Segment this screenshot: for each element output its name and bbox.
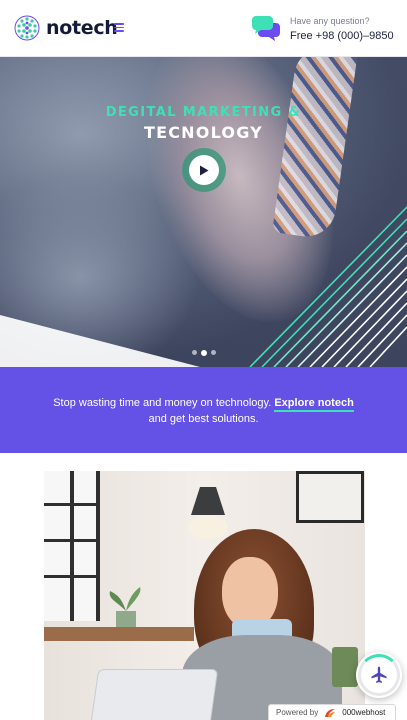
play-button-inner xyxy=(189,155,219,185)
cta-text-before: Stop wasting time and money on technolog… xyxy=(53,397,272,409)
powered-label: Powered by xyxy=(276,708,319,717)
powered-by-badge[interactable]: Powered by 000webhost xyxy=(268,704,396,720)
woman-at-laptop-photo xyxy=(44,471,365,720)
000webhost-logo-icon xyxy=(325,708,336,717)
progress-ring xyxy=(358,654,400,696)
contact-info: Have any question? Free +98 (000)–9850 xyxy=(252,15,394,42)
play-icon xyxy=(200,165,209,175)
site-header: notech Have any question? Free +98 (000)… xyxy=(0,0,407,57)
slider-dot-2[interactable] xyxy=(201,349,207,356)
cta-band: Stop wasting time and money on technolog… xyxy=(0,367,407,453)
powered-brand: 000webhost xyxy=(342,708,386,717)
hero-slider: DEGITAL MARKETING & TECNOLOGY xyxy=(0,57,407,367)
slider-dot-3[interactable] xyxy=(211,350,216,355)
slider-dots xyxy=(192,349,216,356)
globe-logo-icon xyxy=(14,15,40,41)
floating-airplane-button[interactable] xyxy=(356,652,402,698)
explore-notech-link[interactable]: Explore notech xyxy=(274,397,354,412)
slider-dot-1[interactable] xyxy=(192,350,197,355)
brand-name: notech xyxy=(46,17,118,39)
cta-text-after: and get best solutions. xyxy=(148,413,259,425)
brand-logo[interactable]: notech xyxy=(14,15,118,41)
contact-phone[interactable]: Free +98 (000)–9850 xyxy=(290,30,394,42)
play-video-button[interactable] xyxy=(182,148,226,192)
hero-diagonal-lines xyxy=(249,206,407,367)
hero-subtitle: DEGITAL MARKETING & xyxy=(105,105,302,120)
hero-title: TECNOLOGY xyxy=(144,123,263,142)
chat-bubbles-icon xyxy=(252,16,280,41)
contact-label: Have any question? xyxy=(290,16,370,26)
hamburger-icon[interactable] xyxy=(114,23,124,32)
cta-line-1: Stop wasting time and money on technolog… xyxy=(0,395,407,412)
